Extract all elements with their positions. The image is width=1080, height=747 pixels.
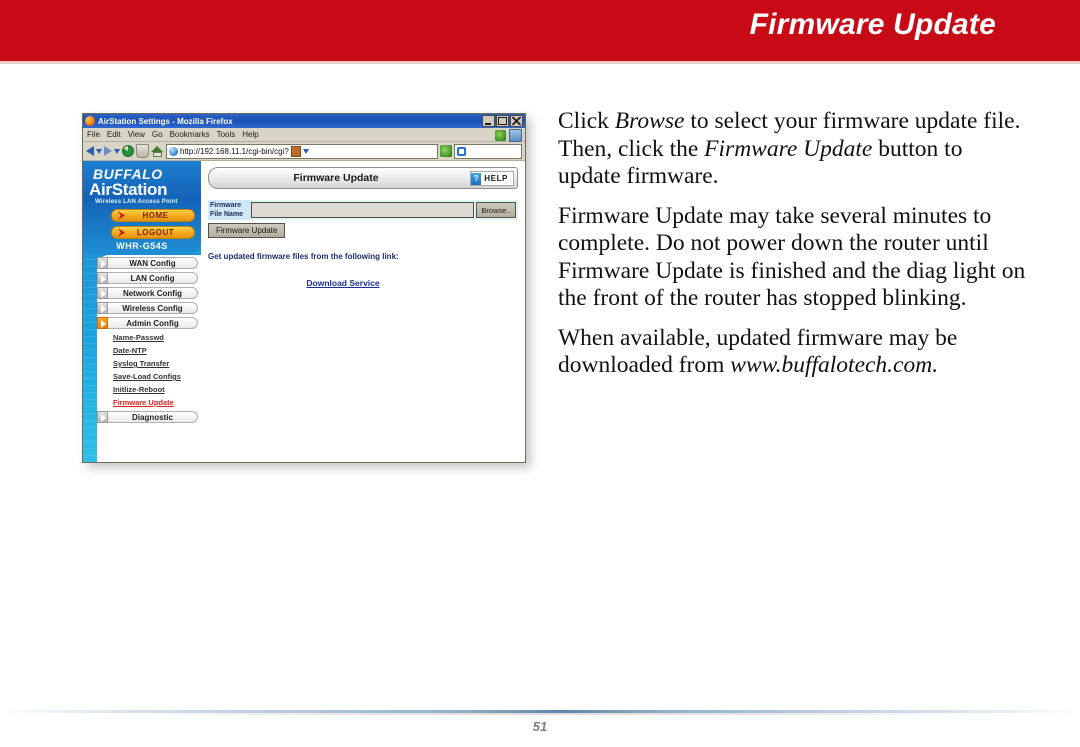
page-number: 51 — [532, 719, 548, 734]
back-icon[interactable] — [86, 146, 94, 156]
minimize-icon[interactable] — [482, 115, 495, 127]
nav-item-label: Wireless Config — [108, 302, 198, 314]
brand-product: AirStation — [89, 180, 168, 199]
footer-divider-secondary — [0, 713, 1080, 715]
firmware-file-label-line1: Firmware — [210, 202, 242, 209]
search-input[interactable] — [454, 143, 522, 159]
sub-item-date-ntp[interactable]: Date-NTP — [113, 344, 201, 357]
arrow-right-icon — [97, 317, 108, 329]
maximize-icon[interactable] — [496, 115, 509, 127]
sub-item-firmware-update[interactable]: Firmware Update — [113, 396, 201, 409]
nav-item-label: LAN Config — [108, 272, 198, 284]
download-service-link[interactable]: Download Service — [306, 278, 379, 288]
router-sidebar: BUFFALO AirStation Wireless LAN Access P… — [83, 161, 201, 462]
paragraph-2: Firmware Update may take several minutes… — [558, 202, 1026, 312]
firmware-note: Get updated firmware files from the foll… — [208, 252, 518, 261]
download-link-wrap: Download Service — [208, 273, 518, 291]
arrow-right-icon — [97, 411, 108, 423]
nav-item-diagnostic[interactable]: Diagnostic — [97, 410, 198, 424]
browse-button[interactable]: Browse.. — [476, 202, 516, 218]
instruction-text-column: Click Browse to select your firmware upd… — [558, 108, 1028, 392]
nav-item-wireless-config[interactable]: Wireless Config — [97, 301, 198, 315]
forward-icon[interactable] — [104, 146, 112, 156]
url-text: http://192.168.11.1/cgi-bin/cgi? — [180, 146, 289, 156]
router-main-panel: Firmware Update ? HELP Firmware File Nam… — [201, 161, 525, 462]
extension-icon[interactable] — [495, 130, 506, 141]
arrow-right-icon — [97, 287, 108, 299]
firmware-file-row: Firmware File Name Browse.. — [208, 200, 518, 220]
nav-item-admin-config[interactable]: Admin Config — [97, 316, 198, 330]
nav-item-label: Admin Config — [108, 317, 198, 329]
sub-item-syslog-transfer[interactable]: Syslog Transfer — [113, 357, 201, 370]
browser-window: AirStation Settings - Mozilla Firefox Fi… — [82, 113, 526, 463]
page-title: Firmware Update — [749, 8, 996, 41]
router-nav-menu: WAN Config LAN Config Network Config Wir… — [97, 255, 201, 462]
logout-button[interactable]: LOGOUT — [111, 226, 195, 239]
forward-dropdown-icon[interactable] — [114, 148, 120, 154]
paragraph-1: Click Browse to select your firmware upd… — [558, 108, 1021, 189]
sub-item-name-passwd[interactable]: Name-Passwd — [113, 331, 201, 344]
menu-item-file[interactable]: File — [87, 130, 100, 139]
nav-item-wan-config[interactable]: WAN Config — [97, 256, 198, 270]
menu-item-go[interactable]: Go — [152, 130, 163, 139]
url-bar[interactable]: http://192.168.11.1/cgi-bin/cgi? — [166, 143, 438, 159]
arrow-right-icon — [117, 228, 125, 237]
url-dropdown-icon[interactable] — [302, 148, 309, 154]
nav-item-label: WAN Config — [108, 257, 198, 269]
page-header-banner: Firmware Update — [0, 0, 1080, 61]
sub-item-save-load-configs[interactable]: Save-Load Configs — [113, 370, 201, 383]
nav-item-lan-config[interactable]: LAN Config — [97, 271, 198, 285]
menu-item-edit[interactable]: Edit — [107, 130, 121, 139]
reload-icon[interactable] — [122, 145, 134, 157]
go-icon[interactable] — [440, 145, 452, 157]
page-viewport: BUFFALO AirStation Wireless LAN Access P… — [83, 161, 525, 462]
menu-item-help[interactable]: Help — [242, 130, 258, 139]
nav-item-label: Network Config — [108, 287, 198, 299]
firefox-icon — [85, 116, 95, 126]
firmware-file-label-line2: File Name — [210, 211, 244, 218]
arrow-right-icon — [97, 302, 108, 314]
help-button[interactable]: ? HELP — [470, 171, 514, 186]
menu-item-view[interactable]: View — [128, 130, 145, 139]
search-engine-icon — [457, 146, 466, 156]
panel-header: Firmware Update ? HELP — [208, 167, 518, 189]
arrow-right-icon — [117, 211, 125, 220]
help-button-label: HELP — [484, 174, 508, 183]
paragraph-3: When available, updated firmware may be … — [558, 324, 958, 379]
browser-menubar: File Edit View Go Bookmarks Tools Help — [83, 128, 525, 142]
home-button-label: HOME — [142, 211, 169, 220]
brand-tagline: Wireless LAN Access Point — [95, 199, 178, 205]
model-label: WHR-G54S — [116, 241, 168, 251]
logout-button-label: LOGOUT — [136, 228, 175, 237]
menubar-right-icons — [495, 129, 522, 142]
menu-item-bookmarks[interactable]: Bookmarks — [170, 130, 210, 139]
browser-titlebar: AirStation Settings - Mozilla Firefox — [83, 114, 525, 128]
firmware-update-button[interactable]: Firmware Update — [208, 223, 286, 238]
back-dropdown-icon[interactable] — [96, 148, 102, 154]
browser-window-title: AirStation Settings - Mozilla Firefox — [98, 116, 233, 126]
close-icon[interactable] — [510, 115, 523, 127]
screenshot-figure: AirStation Settings - Mozilla Firefox Fi… — [82, 113, 531, 468]
brand-panel: BUFFALO AirStation Wireless LAN Access P… — [83, 161, 201, 255]
question-mark-icon: ? — [471, 172, 482, 185]
window-controls — [482, 115, 523, 127]
nav-item-label: Diagnostic — [108, 411, 198, 423]
home-icon[interactable] — [151, 145, 164, 157]
arrow-right-icon — [97, 257, 108, 269]
menu-item-tools[interactable]: Tools — [217, 130, 236, 139]
arrow-right-icon — [97, 272, 108, 284]
browser-toolbar: http://192.168.11.1/cgi-bin/cgi? — [83, 142, 525, 161]
stop-icon[interactable] — [136, 144, 149, 158]
sidebar-toggle-icon[interactable] — [509, 129, 522, 142]
firmware-note-text: Get updated firmware files from the foll… — [208, 252, 399, 261]
home-button[interactable]: HOME — [111, 209, 195, 222]
lock-icon — [290, 145, 301, 157]
nav-item-network-config[interactable]: Network Config — [97, 286, 198, 300]
header-underline — [0, 61, 1080, 64]
firmware-file-label: Firmware File Name — [208, 200, 251, 220]
firmware-file-input[interactable] — [251, 202, 474, 218]
site-globe-icon — [169, 146, 178, 156]
sub-item-initlize-reboot[interactable]: Initlize-Reboot — [113, 383, 201, 396]
